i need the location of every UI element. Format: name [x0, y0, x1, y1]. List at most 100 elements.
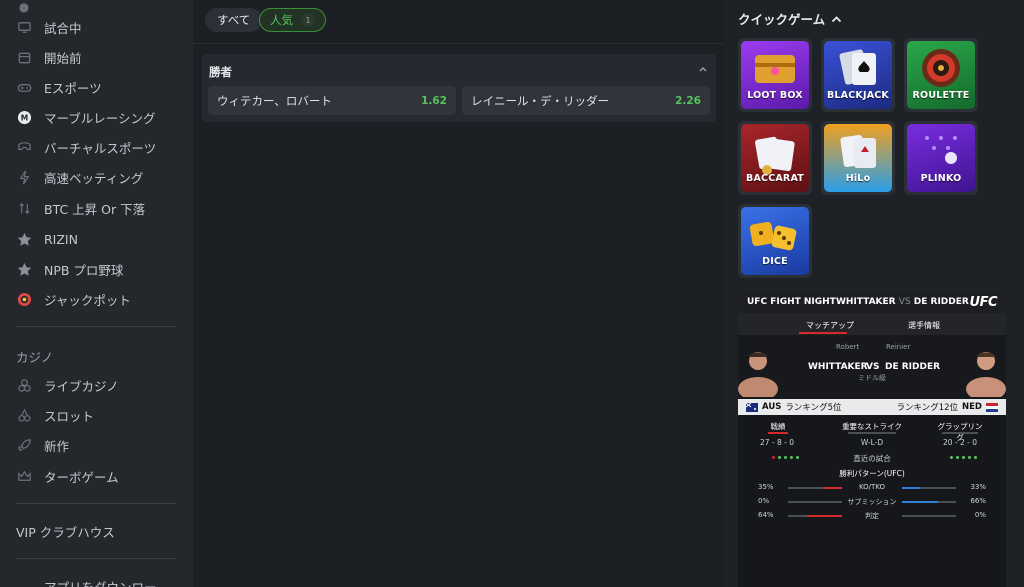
weight-class: ミドル級: [858, 374, 886, 382]
sidebar-item-label: Eスポーツ: [44, 80, 102, 96]
marble-icon: M: [16, 109, 32, 125]
sidebar-divider: [16, 558, 176, 559]
sidebar-item-label: VIP クラブハウス: [16, 524, 115, 540]
game-label: PLINKO: [920, 173, 962, 184]
sidebar-item-live[interactable]: 試合中: [16, 16, 82, 38]
rocket-icon: [16, 437, 32, 453]
sidebar-item-vip[interactable]: VIP クラブハウス: [16, 520, 115, 542]
chevron-up-icon: [832, 15, 842, 22]
chevron-up-icon[interactable]: [698, 64, 708, 74]
sidebar-item-label: 開始前: [44, 50, 82, 66]
ufc-fight-card: Robert WHITTAKER VS Reinier DE RIDDER ミド…: [738, 335, 1006, 399]
ufc-widget: UFC FIGHT NIGHT WHITTAKER VS DE RIDDER U…: [738, 291, 1006, 587]
win-bar-right: [902, 487, 956, 489]
filter-all-button[interactable]: すべて: [205, 8, 263, 32]
sidebar-item-label: ターボゲーム: [44, 469, 119, 485]
recent-results-right: [950, 456, 977, 459]
netherlands-flag-icon: [986, 402, 998, 412]
main-content: すべて 人気 1 勝者 ウィテカー、ロバート 1.62 レイニール・デ・リッダー…: [193, 0, 724, 587]
gamepad-icon: [16, 79, 32, 95]
sidebar-item-esports[interactable]: Eスポーツ: [16, 76, 102, 98]
up-down-arrows-icon: [16, 200, 32, 216]
left-rank: ランキング5位: [785, 403, 842, 413]
quick-games-title: クイックゲーム: [738, 12, 826, 27]
filter-popular-button[interactable]: 人気 1: [259, 8, 326, 32]
grappling-underline: [942, 432, 978, 434]
australia-flag-icon: [746, 402, 758, 412]
star-icon: [16, 231, 32, 247]
win-pattern-label: サブミッション: [847, 498, 897, 506]
left-fighter-rank: AUS ランキング5位: [746, 401, 842, 413]
sidebar-item-npb[interactable]: NPB プロ野球: [16, 258, 123, 280]
sidebar-item-label: NPB プロ野球: [44, 262, 124, 278]
sidebar-divider: [16, 326, 176, 327]
sidebar-item-slots[interactable]: スロット: [16, 404, 94, 426]
odds-button-fighter1[interactable]: ウィテカー、ロバート 1.62: [208, 86, 456, 115]
game-tile-plinko[interactable]: PLINKO: [904, 121, 978, 195]
tab-matchup[interactable]: マッチアップ: [806, 320, 854, 331]
win-bar-right: [902, 501, 956, 503]
ufc-matchup-right: DE RIDDER: [913, 297, 969, 307]
sidebar-item-label: ジャックポット: [44, 292, 131, 308]
game-tile-dice[interactable]: DICE: [738, 204, 812, 278]
sidebar-item-jackpot[interactable]: ジャックポット: [16, 288, 131, 310]
fighter-photo-left: [738, 341, 778, 397]
quick-games-header[interactable]: クイックゲーム: [738, 9, 842, 28]
sidebar-item-new[interactable]: 新作: [16, 434, 69, 456]
strike-value: W-L-D: [860, 438, 884, 447]
sidebar-item-label: スロット: [44, 408, 95, 424]
game-tile-baccarat[interactable]: BACCARAT: [738, 121, 812, 195]
monitor-icon: [16, 19, 32, 35]
fighter-photo-right: [966, 341, 1006, 397]
fighter1-first-name: Robert: [836, 343, 860, 351]
sidebar-item-rizin[interactable]: RIZIN: [16, 228, 78, 250]
calendar-icon: [16, 49, 32, 65]
game-tile-loot-box[interactable]: LOOT BOX: [738, 38, 812, 112]
sidebar-item-download-app[interactable]: アプリをダウンロー: [44, 575, 157, 587]
ufc-logo: UFC: [969, 295, 998, 310]
sidebar-item-label: RIZIN: [44, 231, 78, 247]
win-pattern-label: 判定: [865, 512, 879, 520]
tab-fighter-info[interactable]: 選手情報: [908, 320, 940, 331]
lightning-icon: [16, 169, 32, 185]
ufc-tabs: マッチアップ 選手情報: [738, 313, 1006, 335]
sidebar-item-upcoming[interactable]: 開始前: [16, 46, 82, 68]
game-tile-blackjack[interactable]: BLACKJACK: [821, 38, 895, 112]
star-icon: [16, 261, 32, 277]
win-pattern-row: 35% KO/TKO 33%: [738, 482, 1006, 494]
sidebar-item-label: バーチャルスポーツ: [44, 140, 157, 156]
sidebar-item-label: 高速ベッティング: [44, 170, 144, 186]
filter-popular-label: 人気: [270, 13, 293, 27]
game-tile-hilo[interactable]: HiLo: [821, 121, 895, 195]
filter-bar: すべて 人気 1: [193, 0, 724, 44]
odds-button-fighter2[interactable]: レイニール・デ・リッダー 2.26: [462, 86, 710, 115]
sidebar-item-fast-betting[interactable]: 高速ベッティング: [16, 166, 143, 188]
sidebar-item-label: アプリをダウンロー: [44, 579, 157, 587]
game-label: ROULETTE: [912, 90, 970, 101]
strike-underline: [848, 432, 896, 434]
market-winner: 勝者 ウィテカー、ロバート 1.62 レイニール・デ・リッダー 2.26: [202, 54, 716, 122]
win-bar-right-fill: [902, 487, 920, 489]
sports-icon: ●: [18, 0, 30, 14]
sidebar-item-label: マーブルレーシング: [44, 110, 156, 126]
sidebar-item-turbo-games[interactable]: ターボゲーム: [16, 465, 119, 487]
win-pattern-row: 0% サブミッション 66%: [738, 496, 1006, 508]
recent-fights-label: 直近の試合: [853, 454, 891, 463]
sidebar-item-btc[interactable]: BTC 上昇 Or 下落: [16, 197, 145, 219]
sidebar-item-live-casino[interactable]: ライブカジノ: [16, 374, 119, 396]
right-rank: ランキング12位: [896, 403, 959, 413]
win-patterns-title: 勝利パターン(UFC): [839, 469, 905, 478]
fighter2-last-name: DE RIDDER: [885, 362, 941, 372]
ufc-matchup-title: WHITTAKER VS DE RIDDER: [836, 297, 969, 307]
game-tile-roulette[interactable]: ROULETTE: [904, 38, 978, 112]
sidebar-item-label: ライブカジノ: [44, 378, 119, 394]
sidebar-item-marble-racing[interactable]: M マーブルレーシング: [16, 106, 156, 128]
left-country: AUS: [762, 402, 782, 412]
svg-text:M: M: [20, 113, 27, 122]
sidebar-item-virtual-sports[interactable]: バーチャルスポーツ: [16, 136, 156, 158]
fighter1-last-name: WHITTAKER: [808, 362, 868, 372]
ufc-ranking-bar: AUS ランキング5位 ランキング12位 NED: [738, 399, 1006, 415]
sidebar-item-label: 試合中: [44, 20, 82, 36]
win-bar-right-fill: [902, 501, 938, 503]
win-pattern-right: 0%: [974, 511, 986, 519]
